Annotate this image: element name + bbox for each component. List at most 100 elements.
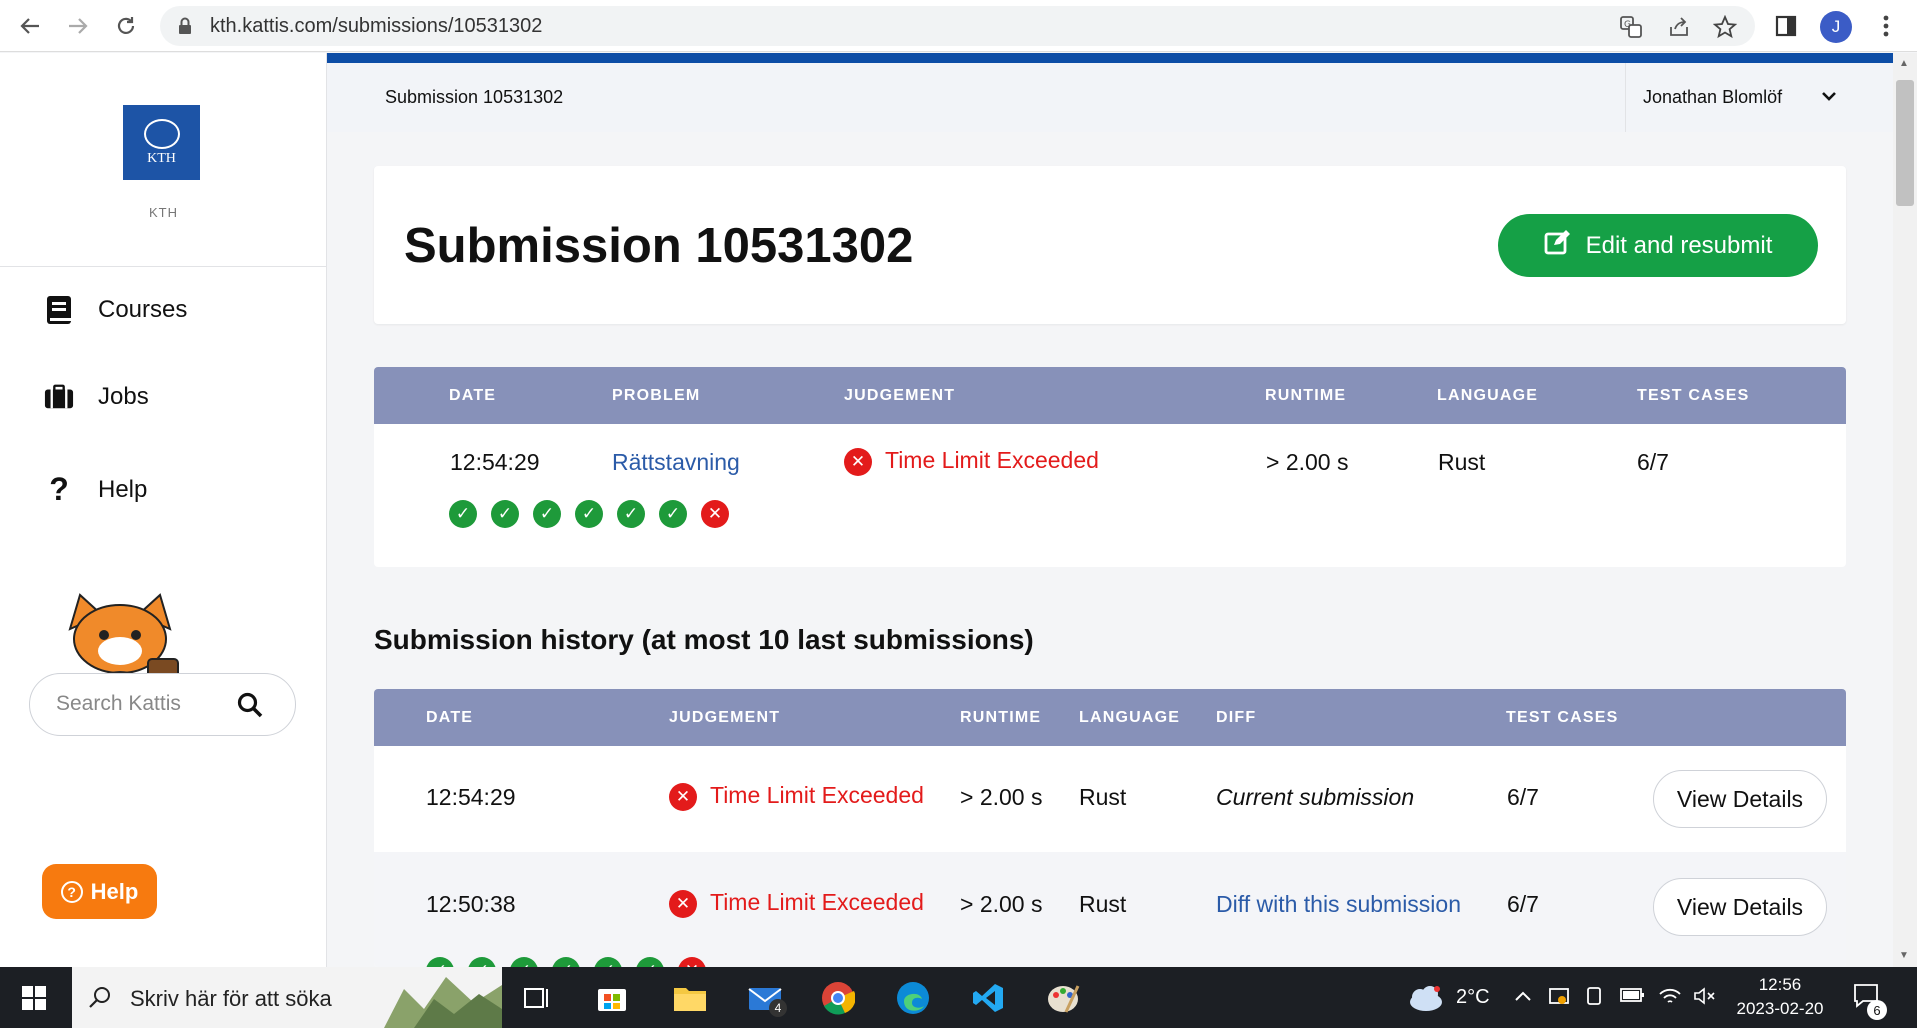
search-icon[interactable] (237, 692, 263, 723)
view-details-button[interactable]: View Details (1653, 770, 1827, 828)
sidebar-item-label: Jobs (98, 383, 149, 410)
menu-kebab-icon[interactable] (1870, 10, 1902, 42)
weather-cloud-icon[interactable] (1405, 979, 1445, 1017)
history-title: Submission history (at most 10 last subm… (374, 624, 1034, 655)
file-explorer-icon[interactable] (670, 979, 710, 1017)
battery-icon[interactable] (1620, 986, 1646, 1010)
sidebar-item-jobs[interactable]: Jobs (44, 383, 149, 411)
test-pass-icon: ✓ (636, 957, 664, 967)
test-pass-icon: ✓ (594, 957, 622, 967)
windows-taskbar: Skriv här för att söka 4 2°C 12:56 2023-… (0, 967, 1917, 1028)
table-header: DATE JUDGEMENT RUNTIME LANGUAGE DIFF TES… (374, 689, 1846, 746)
forward-icon[interactable] (62, 10, 94, 42)
history-table: DATE JUDGEMENT RUNTIME LANGUAGE DIFF TES… (374, 689, 1846, 967)
vscode-icon[interactable] (968, 979, 1008, 1017)
lock-icon[interactable] (178, 17, 192, 40)
edge-icon[interactable] (893, 979, 933, 1017)
judgement-text: Time Limit Exceeded (710, 782, 924, 808)
submission-table: DATE PROBLEM JUDGEMENT RUNTIME LANGUAGE … (374, 367, 1846, 567)
scrollbar-thumb[interactable] (1896, 80, 1914, 206)
mail-badge: 4 (769, 999, 787, 1017)
scroll-down-icon[interactable]: ▼ (1899, 950, 1909, 961)
translate-icon[interactable]: G (1618, 14, 1644, 40)
kth-logo[interactable]: KTH (123, 105, 200, 180)
test-fail-icon: ✕ (701, 500, 729, 528)
edit-and-resubmit-button[interactable]: Edit and resubmit (1498, 214, 1818, 277)
language: Rust (1079, 891, 1127, 917)
chevron-up-icon[interactable] (1514, 986, 1532, 1009)
side-panel-icon[interactable] (1770, 10, 1802, 42)
svg-text:G: G (1624, 20, 1631, 30)
device-icon[interactable] (1585, 986, 1603, 1014)
test-pass-icon: ✓ (510, 957, 538, 967)
column-header: PROBLEM (612, 387, 701, 404)
clock[interactable]: 12:56 2023-02-20 (1730, 973, 1830, 1021)
url-text[interactable]: kth.kattis.com/submissions/10531302 (210, 15, 542, 38)
test-pass-icon: ✓ (426, 957, 454, 967)
sidebar-item-label: Help (98, 475, 148, 503)
diff-link[interactable]: Diff with this submission (1216, 891, 1461, 918)
test-pass-icon: ✓ (552, 957, 580, 967)
scroll-up-icon[interactable]: ▲ (1899, 58, 1909, 69)
test-pass-icon: ✓ (491, 500, 519, 528)
search-box[interactable]: Search Kattis (29, 673, 296, 736)
back-icon[interactable] (14, 10, 46, 42)
help-button[interactable]: ? Help (42, 864, 157, 919)
user-menu[interactable]: Jonathan Blomlöf (1625, 63, 1893, 132)
column-header: JUDGEMENT (669, 709, 781, 726)
logo-text: KTH (147, 150, 176, 166)
paint-icon[interactable] (1043, 979, 1083, 1017)
address-bar[interactable]: kth.kattis.com/submissions/10531302 G (160, 6, 1755, 46)
edit-icon (1544, 229, 1572, 262)
task-view-icon[interactable] (517, 979, 557, 1017)
taskbar-search[interactable]: Skriv här för att söka (72, 967, 502, 1028)
bookmark-star-icon[interactable] (1712, 14, 1738, 40)
judgement-text: Time Limit Exceeded (710, 889, 924, 915)
search-highlight-icon (384, 977, 502, 1028)
table-row: 12:54:29 Rättstavning ✕ Time Limit Exceed… (374, 424, 1846, 567)
clock-date: 2023-02-20 (1736, 999, 1824, 1018)
security-icon[interactable] (1548, 986, 1570, 1014)
problem-link[interactable]: Rättstavning (612, 449, 740, 476)
windows-start-icon[interactable] (14, 979, 54, 1017)
brand-band (327, 53, 1893, 63)
column-header: LANGUAGE (1437, 387, 1539, 404)
search-input[interactable]: Search Kattis (56, 692, 181, 716)
user-name[interactable]: Jonathan Blomlöf (1643, 87, 1782, 108)
crown-icon (143, 118, 180, 149)
judgement: ✕ Time Limit Exceeded (669, 889, 924, 918)
test-pass-icon: ✓ (533, 500, 561, 528)
test-fail-icon: ✕ (678, 957, 706, 967)
column-header: DATE (449, 387, 497, 404)
page-title: Submission 10531302 (404, 219, 914, 273)
notification-count: 6 (1867, 1000, 1887, 1020)
question-circle-icon: ? (60, 880, 83, 903)
reload-icon[interactable] (110, 10, 142, 42)
column-header: DATE (426, 709, 474, 726)
temperature[interactable]: 2°C (1456, 986, 1490, 1009)
language: Rust (1079, 784, 1127, 810)
submission-header-card: Submission 10531302 Edit and resubmit (374, 166, 1846, 324)
profile-avatar[interactable]: J (1820, 11, 1852, 43)
share-icon[interactable] (1666, 14, 1692, 40)
view-details-button[interactable]: View Details (1653, 878, 1827, 936)
error-x-icon: ✕ (669, 889, 697, 918)
clock-time: 12:56 (1758, 975, 1802, 994)
column-header: JUDGEMENT (844, 387, 956, 404)
runtime: > 2.00 s (960, 784, 1043, 810)
chevron-down-icon[interactable] (1820, 85, 1838, 111)
wifi-icon[interactable] (1658, 986, 1682, 1012)
sidebar-item-label: Courses (98, 296, 188, 323)
sidebar-item-courses[interactable]: Courses (44, 295, 187, 325)
test-cases: 6/7 (1507, 784, 1539, 810)
sidebar-item-help[interactable]: ? Help (44, 471, 147, 508)
mail-icon[interactable]: 4 (745, 979, 787, 1017)
chrome-icon[interactable] (818, 979, 858, 1017)
diff-current: Current submission (1216, 784, 1415, 810)
table-header: DATE PROBLEM JUDGEMENT RUNTIME LANGUAGE … (374, 367, 1846, 424)
test-pass-icon: ✓ (659, 500, 687, 528)
store-icon[interactable] (592, 979, 632, 1017)
volume-muted-icon[interactable] (1693, 986, 1717, 1012)
org-name: KTH (149, 205, 178, 220)
taskbar-search-input[interactable]: Skriv här för att söka (130, 986, 332, 1012)
